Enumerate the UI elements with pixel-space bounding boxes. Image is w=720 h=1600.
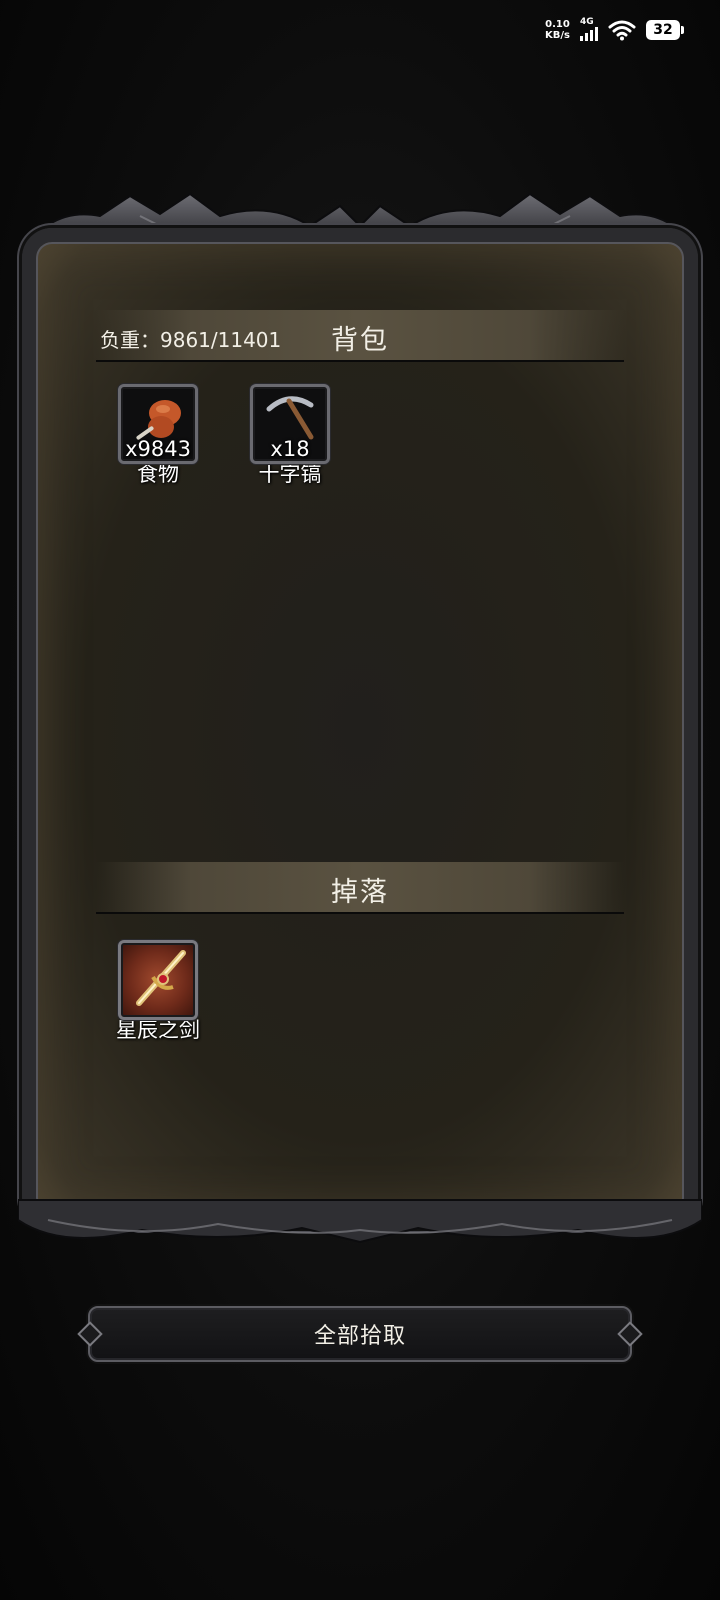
item-slot: x18 [250, 384, 330, 464]
drops-title: 掉落 [331, 877, 389, 908]
item-quantity: x9843 [125, 437, 191, 461]
game-screen: 0.10 KB/s 4G 32 负重：9861/11401 背包 x9843 食… [0, 0, 720, 1600]
backpack-item-pickaxe[interactable]: x18 十字镐 [245, 384, 335, 488]
item-slot: x9843 [118, 384, 198, 464]
backpack-title: 背包 [331, 325, 389, 356]
pickup-all-button[interactable]: 全部拾取 [77, 1306, 643, 1362]
button-right-ornament [617, 1321, 643, 1347]
inventory-panel [22, 228, 698, 1228]
item-quantity: x18 [270, 437, 310, 461]
battery-icon: 32 [646, 19, 684, 40]
sword-icon [136, 950, 186, 1006]
net-speed-unit: KB/s [545, 29, 570, 41]
backpack-header: 负重：9861/11401 背包 [96, 310, 624, 362]
drops-header: 掉落 [96, 862, 624, 914]
backpack-item-food[interactable]: x9843 食物 [113, 384, 203, 488]
wifi-icon [608, 20, 636, 40]
network-type: 4G [580, 17, 594, 27]
ornate-frame-bottom [18, 1199, 702, 1244]
drop-item-sword[interactable]: 星辰之剑 [113, 940, 203, 1044]
cellular-signal-icon: 4G [580, 18, 598, 41]
item-slot [118, 940, 198, 1020]
status-bar: 0.10 KB/s 4G 32 [545, 18, 684, 41]
pickup-all-label: 全部拾取 [313, 1324, 406, 1349]
button-left-ornament [77, 1321, 103, 1347]
network-speed: 0.10 KB/s [545, 19, 570, 41]
battery-level: 32 [653, 21, 673, 38]
net-speed-value: 0.10 [545, 18, 570, 30]
